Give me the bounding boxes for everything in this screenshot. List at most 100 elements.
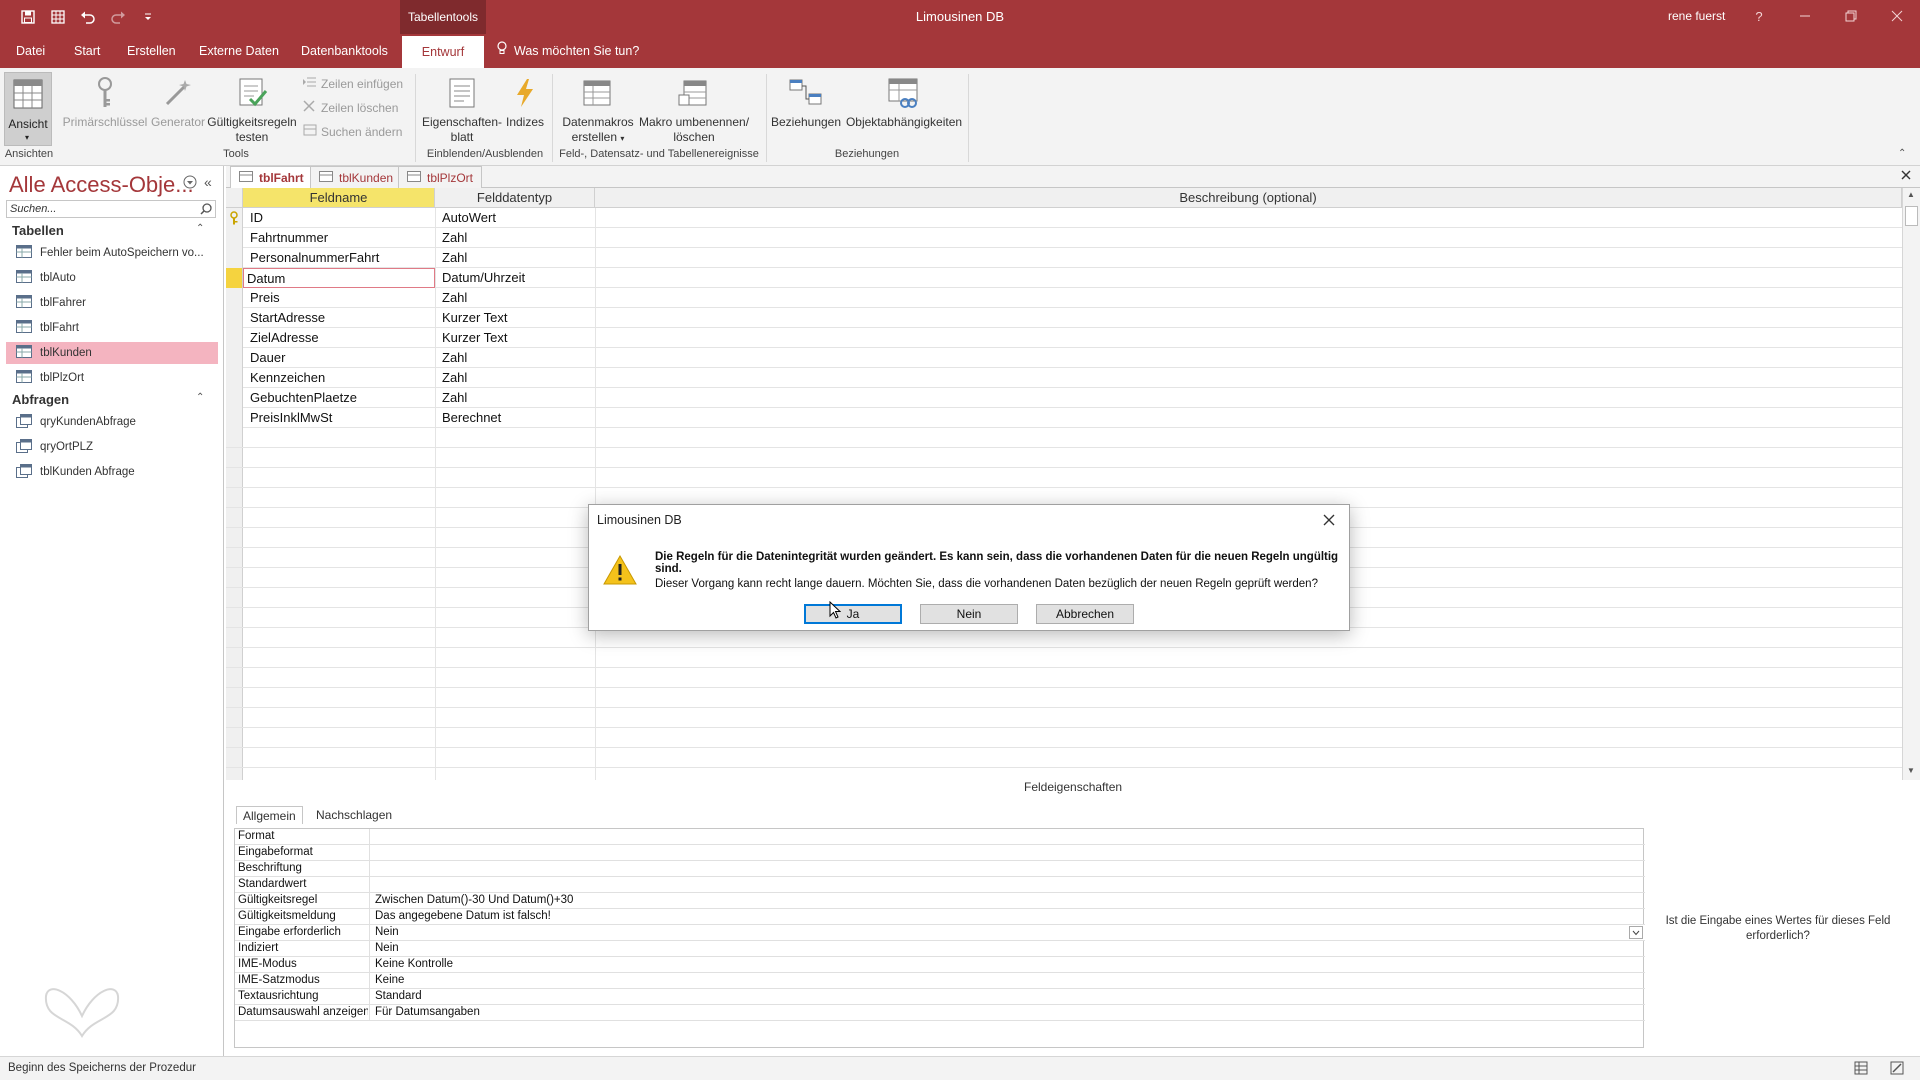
table-row[interactable]: Kennzeichen Zahl (226, 368, 1902, 388)
row-selector[interactable] (226, 328, 243, 348)
doc-tab-tblplzort[interactable]: tblPlzOrt (398, 166, 483, 188)
zeilen-loeschen-button[interactable]: Zeilen löschen (303, 100, 398, 115)
table-row-selected[interactable]: Datum Datum/Uhrzeit (226, 268, 1902, 288)
property-value[interactable]: Keine (371, 973, 404, 988)
header-beschreibung[interactable]: Beschreibung (optional) (595, 188, 1902, 208)
user-name[interactable]: rene fuerst (1668, 9, 1725, 23)
header-feldname[interactable]: Feldname (243, 188, 435, 208)
tab-erstellen[interactable]: Erstellen (121, 34, 182, 68)
property-row-selected[interactable]: Eingabe erforderlich Nein (235, 925, 1645, 941)
table-row[interactable]: Preis Zahl (226, 288, 1902, 308)
table-row-empty[interactable] (226, 728, 1902, 748)
table-row[interactable]: GebuchtenPlaetze Zahl (226, 388, 1902, 408)
redo-icon[interactable] (106, 7, 130, 27)
field-type-cell[interactable]: Datum/Uhrzeit (438, 268, 594, 288)
collapse-section-icon[interactable]: ⌃ (196, 223, 204, 234)
table-row[interactable]: PreisInklMwSt Berechnet (226, 408, 1902, 428)
field-name-cell[interactable]: PersonalnummerFahrt (246, 248, 434, 268)
field-name-cell[interactable]: Fahrtnummer (246, 228, 434, 248)
nein-button[interactable]: Nein (920, 604, 1018, 624)
nav-item-table[interactable]: tblPlzOrt (6, 367, 218, 389)
field-type-cell[interactable]: Berechnet (438, 408, 594, 428)
nav-item-table[interactable]: tblAuto (6, 267, 218, 289)
table-row-empty[interactable] (226, 748, 1902, 768)
field-name-cell[interactable]: StartAdresse (246, 308, 434, 328)
nav-menu-icon[interactable] (183, 175, 197, 189)
field-name-cell[interactable]: Preis (246, 288, 434, 308)
field-type-cell[interactable]: Zahl (438, 348, 594, 368)
field-type-cell[interactable]: Kurzer Text (438, 308, 594, 328)
row-selector[interactable] (226, 388, 243, 408)
design-view-icon[interactable] (1890, 1061, 1904, 1080)
nav-item-table[interactable]: tblFahrt (6, 317, 218, 339)
property-value-validation-rule[interactable]: Zwischen Datum()-30 Und Datum()+30 (371, 893, 573, 908)
zeilen-einfuegen-button[interactable]: Zeilen einfügen (303, 76, 403, 91)
nav-item-query[interactable]: tblKunden Abfrage (6, 461, 218, 483)
property-row[interactable]: Indiziert Nein (235, 941, 1645, 957)
close-document-icon[interactable] (1900, 169, 1912, 184)
field-type-cell[interactable]: Zahl (438, 288, 594, 308)
property-row[interactable]: Standardwert (235, 877, 1645, 893)
gueltigkeitsregeln-button[interactable]: Gültigkeitsregeln testen (206, 74, 298, 145)
table-row[interactable]: ID AutoWert (226, 208, 1902, 228)
tab-entwurf[interactable]: Entwurf (402, 36, 484, 68)
property-row[interactable]: Beschriftung (235, 861, 1645, 877)
minimize-button[interactable] (1788, 4, 1822, 28)
eigenschaftenblatt-button[interactable]: Eigenschaften- blatt (420, 74, 504, 145)
row-selector[interactable] (226, 348, 243, 368)
undo-icon[interactable] (76, 7, 100, 27)
collapse-section-icon[interactable]: ⌃ (196, 392, 204, 403)
field-type-cell[interactable]: Zahl (438, 368, 594, 388)
table-row[interactable]: Fahrtnummer Zahl (226, 228, 1902, 248)
property-value-validation-text[interactable]: Das angegebene Datum ist falsch! (371, 909, 551, 924)
row-selector-active[interactable] (226, 268, 243, 288)
property-row[interactable]: Textausrichtung Standard (235, 989, 1645, 1005)
chevron-down-icon[interactable] (1629, 926, 1643, 939)
close-window-button[interactable] (1880, 4, 1914, 28)
objektabhaengigkeiten-button[interactable]: Objektabhängigkeiten (842, 74, 966, 130)
scroll-thumb[interactable] (1905, 206, 1918, 226)
table-row-empty[interactable] (226, 468, 1902, 488)
table-row[interactable]: ZielAdresse Kurzer Text (226, 328, 1902, 348)
nav-item-query[interactable]: qryKundenAbfrage (6, 411, 218, 433)
table-row-empty[interactable] (226, 628, 1902, 648)
table-row-empty[interactable] (226, 708, 1902, 728)
field-name-cell[interactable]: Kennzeichen (246, 368, 434, 388)
property-row[interactable]: Gültigkeitsregel Zwischen Datum()-30 Und … (235, 893, 1645, 909)
ansicht-button[interactable]: Ansicht ▾ (4, 72, 52, 146)
scroll-up-icon[interactable]: ▲ (1907, 190, 1915, 199)
tab-allgemein[interactable]: Allgemein (236, 806, 303, 824)
table-row-empty[interactable] (226, 688, 1902, 708)
row-selector[interactable] (226, 208, 243, 228)
property-row[interactable]: Gültigkeitsmeldung Das angegebene Datum i… (235, 909, 1645, 925)
tab-start[interactable]: Start (68, 34, 106, 68)
property-value[interactable]: Standard (371, 989, 422, 1004)
collapse-nav-icon[interactable]: « (204, 174, 212, 190)
field-type-cell[interactable]: Kurzer Text (438, 328, 594, 348)
table-row[interactable]: PersonalnummerFahrt Zahl (226, 248, 1902, 268)
property-row[interactable]: Format (235, 829, 1645, 845)
customize-qat-icon[interactable] (136, 7, 160, 27)
table-row[interactable]: Dauer Zahl (226, 348, 1902, 368)
ja-button[interactable]: Ja (804, 604, 902, 624)
abbrechen-button[interactable]: Abbrechen (1036, 604, 1134, 624)
help-button[interactable]: ? (1742, 4, 1776, 28)
property-row[interactable]: Datumsauswahl anzeigen Für Datumsangaben (235, 1005, 1645, 1021)
nav-item-table[interactable]: Fehler beim AutoSpeichern vo... (6, 242, 218, 264)
tab-nachschlagen[interactable]: Nachschlagen (310, 806, 398, 824)
nav-item-table-selected[interactable]: tblKunden (6, 342, 218, 364)
table-row-empty[interactable] (226, 428, 1902, 448)
field-type-cell[interactable]: Zahl (438, 228, 594, 248)
field-name-cell[interactable]: ZielAdresse (246, 328, 434, 348)
search-icon[interactable] (200, 203, 212, 218)
makro-umbenennen-button[interactable]: Makro umbenennen/ löschen (636, 74, 752, 145)
table-row-empty[interactable] (226, 668, 1902, 688)
dialog-close-button[interactable] (1317, 509, 1341, 531)
suchen-aendern-button[interactable]: Suchen ändern (303, 124, 402, 139)
datasheet-view-icon[interactable] (1854, 1061, 1868, 1080)
field-name-cell[interactable]: PreisInklMwSt (246, 408, 434, 428)
nav-title[interactable]: Alle Access-Obje... (9, 172, 194, 198)
tab-datei[interactable]: Datei (10, 34, 51, 68)
primaerschluessel-button[interactable]: Primärschlüssel (60, 74, 150, 130)
header-felddatentyp[interactable]: Felddatentyp (435, 188, 595, 208)
